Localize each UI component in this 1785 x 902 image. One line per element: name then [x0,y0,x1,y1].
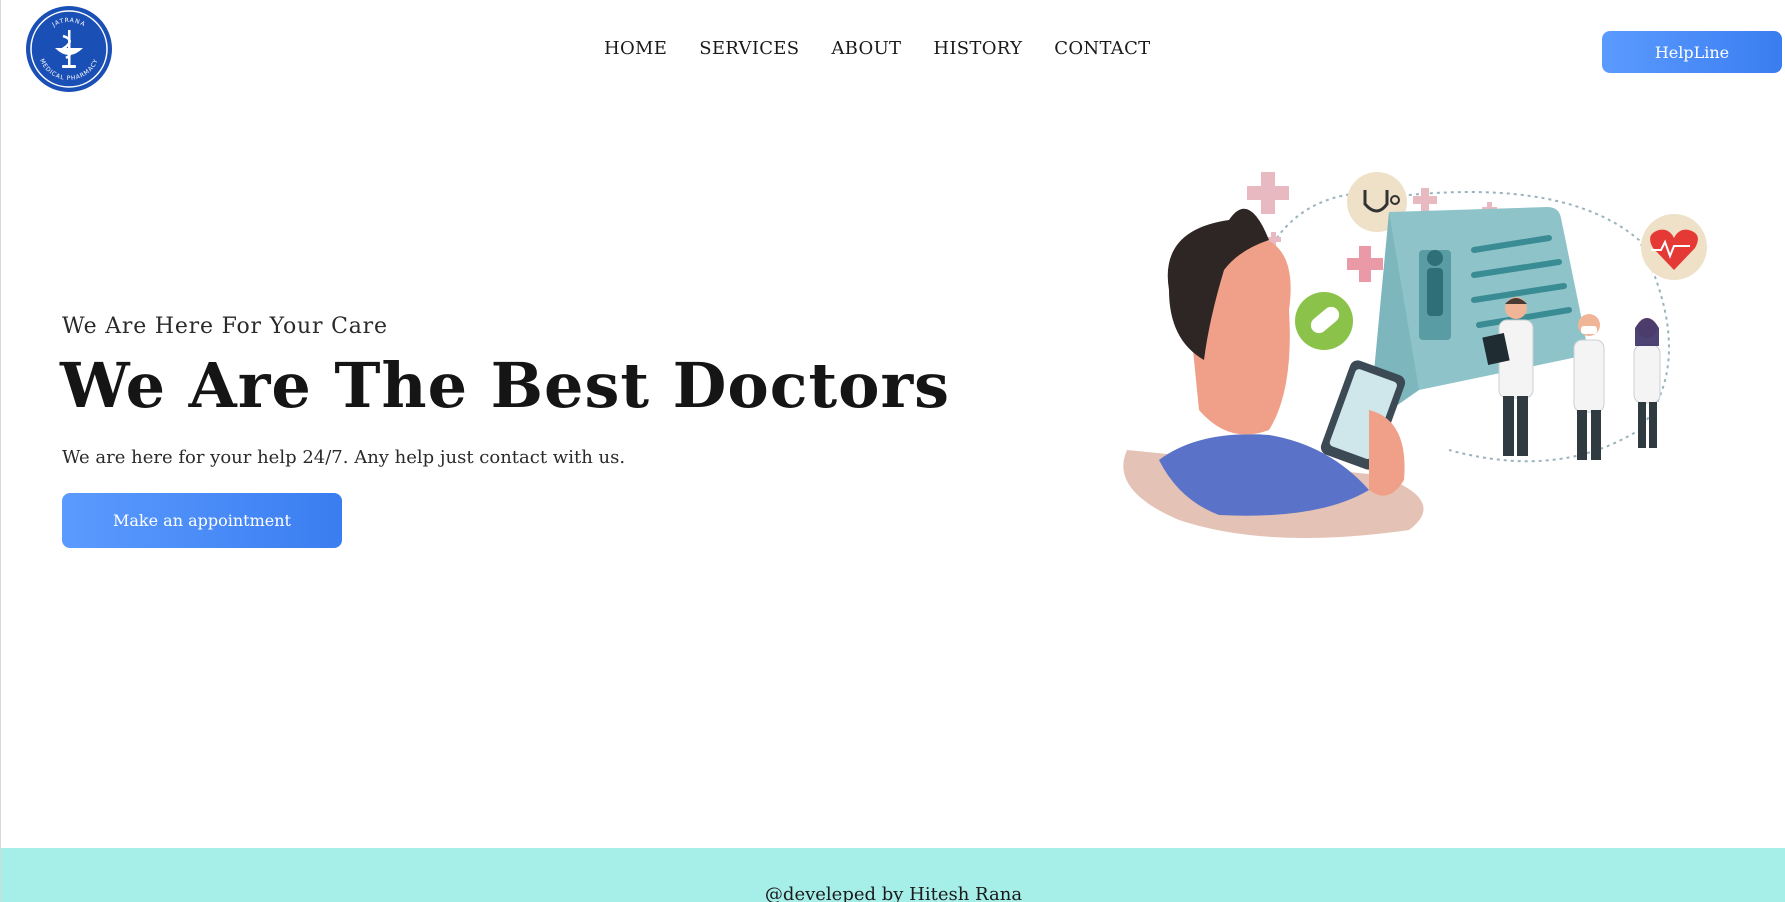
nav-contact[interactable]: CONTACT [1054,38,1150,59]
hero-title: We Are The Best Doctors [60,349,951,422]
heart-icon [1641,214,1707,280]
telemedicine-illustration [1119,160,1711,580]
pharmacy-logo[interactable]: JATRANA MEDICAL PHARMACY [24,4,114,94]
footer: @develeped by Hitesh Rana [1,848,1785,902]
nav-home[interactable]: HOME [604,38,667,59]
pill-icon [1295,292,1353,350]
nav-services[interactable]: SERVICES [699,38,799,59]
footer-credit: @develeped by Hitesh Rana [764,884,1023,902]
make-appointment-button[interactable]: Make an appointment [62,493,342,548]
nav-about[interactable]: ABOUT [831,38,901,59]
helpline-button[interactable]: HelpLine [1602,31,1782,73]
hero-subtitle: We Are Here For Your Care [62,314,388,339]
hero-text: We are here for your help 24/7. Any help… [62,447,626,468]
nav-history[interactable]: HISTORY [933,38,1022,59]
